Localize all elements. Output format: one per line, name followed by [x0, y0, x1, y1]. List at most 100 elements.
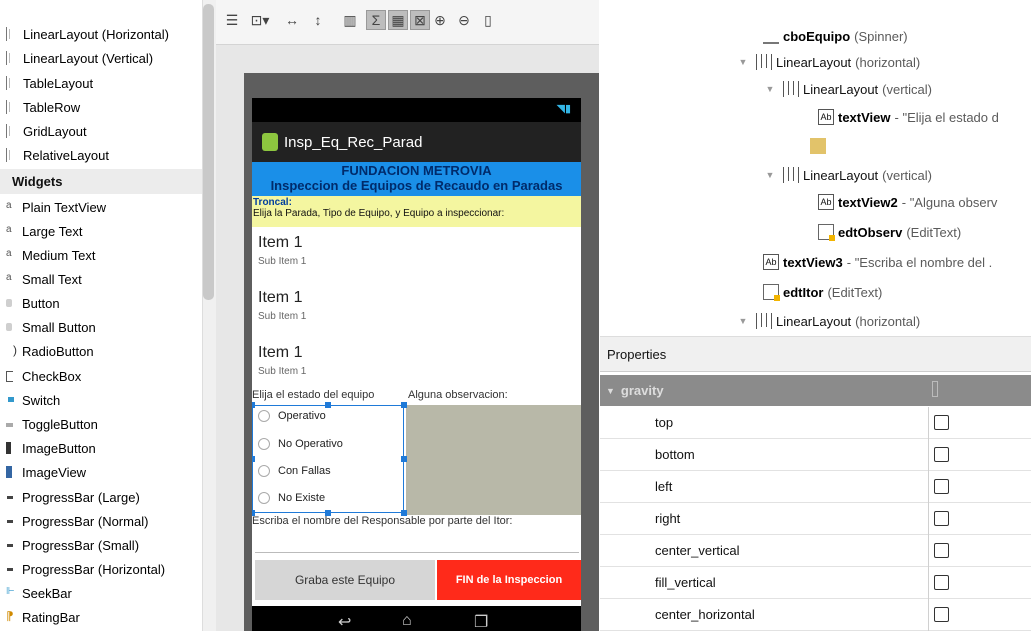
- palette-item-switch[interactable]: Switch: [0, 388, 200, 412]
- checkbox[interactable]: [934, 479, 949, 494]
- fit-width-icon[interactable]: ↔: [282, 10, 302, 30]
- outline-row-edtobserv[interactable]: edtObserv (EditText): [818, 219, 961, 245]
- home-icon[interactable]: ⌂: [402, 612, 412, 630]
- observacion-edittext[interactable]: [406, 405, 581, 515]
- palette-item-checkbox[interactable]: CheckBox: [0, 364, 200, 388]
- checkbox[interactable]: [934, 447, 949, 462]
- palette-item-label: GridLayout: [23, 123, 87, 139]
- outline-row-grdgrupo[interactable]: ▶ grdGrupo (RadioGroup) (ve: [790, 133, 994, 159]
- palette-item-label: RelativeLayout: [23, 147, 109, 163]
- expand-arrow-icon[interactable]: ▼: [763, 84, 777, 94]
- zoom-mixed-icon[interactable]: ⊠: [410, 10, 430, 30]
- palette-item-label: TableRow: [23, 99, 81, 115]
- image-button-icon: [6, 441, 18, 455]
- palette-item-tablerow[interactable]: TableRow: [0, 95, 200, 119]
- outline-row-textview[interactable]: textView- "Elija el estado d: [818, 104, 999, 130]
- outline-row-linearlayout-vertical-2[interactable]: ▼ LinearLayout (vertical): [763, 162, 932, 188]
- edittext-icon: [818, 224, 835, 241]
- palette-item-progressbar-small[interactable]: ProgressBar (Small): [0, 533, 200, 557]
- expand-arrow-icon[interactable]: ▼: [736, 316, 750, 326]
- radio-no-existe[interactable]: No Existe: [258, 492, 325, 504]
- palette-item-plain-textview[interactable]: Plain TextView: [0, 195, 200, 219]
- radio-con-fallas[interactable]: Con Fallas: [258, 465, 331, 477]
- fit-height-icon[interactable]: ↕: [308, 10, 328, 30]
- palette-item-relativelayout[interactable]: RelativeLayout: [0, 143, 200, 167]
- palette-item-imagebutton[interactable]: ImageButton: [0, 436, 200, 460]
- screen-size-icon[interactable]: ⊡▾: [246, 10, 274, 30]
- zoom-in-icon[interactable]: ⊕: [430, 10, 450, 30]
- palette-section-widgets[interactable]: Widgets: [0, 169, 202, 194]
- checkbox[interactable]: [934, 575, 949, 590]
- checkbox[interactable]: [934, 543, 949, 558]
- expand-arrow-icon[interactable]: ▼: [736, 57, 750, 67]
- graba-equipo-button[interactable]: Graba este Equipo: [255, 560, 435, 600]
- palette-item-tablelayout[interactable]: TableLayout: [0, 71, 200, 95]
- radio-label: No Existe: [278, 492, 326, 504]
- palette-item-small-button[interactable]: Small Button: [0, 315, 200, 339]
- responsable-edittext[interactable]: [255, 552, 579, 553]
- sigma-icon[interactable]: Σ: [366, 10, 386, 30]
- layout-list-icon[interactable]: ☰: [222, 10, 242, 30]
- property-row-right: right: [600, 503, 1031, 535]
- expand-arrow-icon[interactable]: ▼: [763, 170, 777, 180]
- fin-inspeccion-button[interactable]: FIN de la Inspeccion: [437, 560, 581, 600]
- android-app-icon: [262, 133, 278, 151]
- properties-group-gravity[interactable]: ▼ gravity: [600, 375, 1031, 406]
- palette-item-progressbar-normal[interactable]: ProgressBar (Normal): [0, 509, 200, 533]
- outline-row-textview2[interactable]: textView2- "Alguna observ: [818, 189, 997, 215]
- value-placeholder-icon: [932, 381, 938, 397]
- outline-row-edtitor[interactable]: edtItor (EditText): [763, 279, 882, 305]
- resize-handle[interactable]: [401, 456, 407, 462]
- palette-item-small-text[interactable]: Small Text: [0, 267, 200, 291]
- progress-icon: [6, 538, 18, 552]
- palette-item-linearlayout-horizontal[interactable]: LinearLayout (Horizontal): [0, 22, 200, 46]
- palette-item-linearlayout-vertical[interactable]: LinearLayout (Vertical): [0, 46, 200, 70]
- palette-item-gridlayout[interactable]: GridLayout: [0, 119, 200, 143]
- palette-item-imageview[interactable]: ImageView: [0, 460, 200, 484]
- palette-scrollbar-thumb[interactable]: [203, 4, 214, 300]
- palette-item-ratingbar[interactable]: RatingBar: [0, 605, 200, 629]
- checkbox[interactable]: [934, 415, 949, 430]
- palette-item-label: Small Text: [22, 271, 82, 287]
- radio-icon: [12, 343, 24, 358]
- recent-apps-icon[interactable]: ❐: [474, 612, 488, 631]
- palette-item-large-text[interactable]: Large Text: [0, 219, 200, 243]
- outline-row-linearlayout-horizontal[interactable]: ▼ LinearLayout (horizontal): [736, 49, 920, 75]
- property-row-left: left: [600, 471, 1031, 503]
- palette-item-button[interactable]: Button: [0, 291, 200, 315]
- palette-item-togglebutton[interactable]: ToggleButton: [0, 412, 200, 436]
- layout-icon: [6, 76, 19, 90]
- checkbox[interactable]: [934, 511, 949, 526]
- columns-icon[interactable]: ▥: [340, 10, 360, 30]
- palette-item-seekbar[interactable]: SeekBar: [0, 581, 200, 605]
- outline-row-linearlayout-vertical[interactable]: ▼ LinearLayout (vertical): [763, 76, 932, 102]
- font-icon[interactable]: ▦: [388, 10, 408, 30]
- resize-handle[interactable]: [325, 402, 331, 408]
- outline-row-linearlayout-horizontal-2[interactable]: ▼ LinearLayout (horizontal): [736, 308, 920, 334]
- list-item-title[interactable]: Item 1: [258, 289, 302, 307]
- resize-handle[interactable]: [252, 456, 255, 462]
- palette-item-progressbar-horizontal[interactable]: ProgressBar (Horizontal): [0, 557, 200, 581]
- resize-handle[interactable]: [252, 402, 255, 408]
- checkbox[interactable]: [934, 607, 949, 622]
- radio-label: No Operativo: [278, 438, 343, 450]
- radio-operativo[interactable]: Operativo: [258, 410, 326, 422]
- palette-item-medium-text[interactable]: Medium Text: [0, 243, 200, 267]
- property-row-center-vertical: center_vertical: [600, 535, 1031, 567]
- outline-row-textview3[interactable]: textView3- "Escriba el nombre del .: [763, 249, 992, 275]
- palette-item-progressbar-large[interactable]: ProgressBar (Large): [0, 485, 200, 509]
- back-icon[interactable]: ↩: [338, 612, 351, 631]
- progress-icon: [6, 514, 18, 528]
- list-item-title[interactable]: Item 1: [258, 344, 302, 362]
- palette-item-label: ProgressBar (Horizontal): [22, 561, 166, 577]
- list-item-title[interactable]: Item 1: [258, 234, 302, 252]
- zoom-out-icon[interactable]: ⊖: [454, 10, 474, 30]
- textview-icon: [763, 254, 779, 270]
- palette-item-radiobutton[interactable]: RadioButton: [0, 339, 200, 363]
- expand-arrow-icon[interactable]: ▼: [606, 386, 615, 396]
- radio-no-operativo[interactable]: No Operativo: [258, 438, 343, 450]
- outline-row-cboequipo[interactable]: cboEquipo (Spinner): [763, 23, 908, 49]
- page-icon[interactable]: ▯: [478, 10, 498, 30]
- collapse-arrow-icon[interactable]: ▶: [790, 141, 804, 152]
- resize-handle[interactable]: [401, 402, 407, 408]
